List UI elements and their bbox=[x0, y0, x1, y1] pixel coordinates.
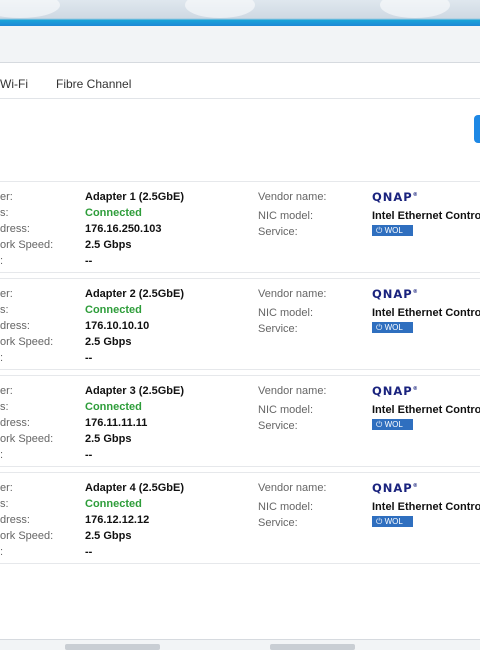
extra-label: : bbox=[0, 255, 4, 267]
tab-bar: Wi-Fi Fibre Channel bbox=[0, 63, 480, 99]
vendor-logo: QNAP® bbox=[372, 190, 418, 204]
adapter-name: Adapter 4 (2.5GbE) bbox=[85, 482, 185, 494]
power-icon: ⏻ bbox=[376, 420, 385, 429]
vendor-logo: QNAP® bbox=[372, 384, 418, 398]
ip-value: 176.12.12.12 bbox=[85, 514, 150, 526]
extra-label: : bbox=[0, 449, 4, 461]
obscured-item bbox=[270, 644, 355, 650]
status-value: Connected bbox=[85, 207, 142, 219]
status-label: s: bbox=[0, 304, 9, 316]
wol-badge[interactable]: ⏻ WOL bbox=[372, 419, 413, 430]
service-label: Service: bbox=[258, 420, 298, 432]
window-gutter bbox=[0, 26, 480, 62]
vendor-label: Vendor name: bbox=[258, 482, 327, 494]
status-label: s: bbox=[0, 498, 9, 510]
adapter-card: er: s: dress: ork Speed: : Adapter 2 (2.… bbox=[0, 278, 480, 370]
speed-value: 2.5 Gbps bbox=[85, 530, 132, 542]
nic-label: NIC model: bbox=[258, 210, 314, 222]
power-icon: ⏻ bbox=[376, 323, 385, 332]
header-decoration bbox=[185, 0, 255, 18]
extra-value: -- bbox=[85, 546, 93, 558]
ip-label: dress: bbox=[0, 320, 30, 332]
tab-wifi[interactable]: Wi-Fi bbox=[0, 77, 28, 91]
ip-value: 176.10.10.10 bbox=[85, 320, 150, 332]
speed-label: ork Speed: bbox=[0, 336, 54, 348]
vendor-label: Vendor name: bbox=[258, 385, 327, 397]
status-label: s: bbox=[0, 401, 9, 413]
adapter-card: er: s: dress: ork Speed: : Adapter 4 (2.… bbox=[0, 472, 480, 564]
nic-model-value: Intel Ethernet Control bbox=[372, 501, 480, 513]
speed-value: 2.5 Gbps bbox=[85, 336, 132, 348]
header-decoration bbox=[380, 0, 450, 18]
adapter-name: Adapter 3 (2.5GbE) bbox=[85, 385, 185, 397]
nic-model-value: Intel Ethernet Control bbox=[372, 404, 480, 416]
ip-label: dress: bbox=[0, 514, 30, 526]
bottom-strip bbox=[0, 640, 480, 650]
adapter-label: er: bbox=[0, 191, 13, 203]
nic-label: NIC model: bbox=[258, 404, 314, 416]
vendor-logo: QNAP® bbox=[372, 481, 418, 495]
wol-badge[interactable]: ⏻ WOL bbox=[372, 516, 413, 527]
adapter-label: er: bbox=[0, 482, 13, 494]
extra-value: -- bbox=[85, 449, 93, 461]
status-label: s: bbox=[0, 207, 9, 219]
nic-label: NIC model: bbox=[258, 307, 314, 319]
obscured-item bbox=[65, 644, 160, 650]
speed-value: 2.5 Gbps bbox=[85, 433, 132, 445]
status-value: Connected bbox=[85, 401, 142, 413]
adapter-card: er: s: dress: ork Speed: : Adapter 3 (2.… bbox=[0, 375, 480, 467]
adapter-name: Adapter 2 (2.5GbE) bbox=[85, 288, 185, 300]
action-button-edge[interactable] bbox=[474, 115, 480, 143]
vendor-label: Vendor name: bbox=[258, 288, 327, 300]
nic-model-value: Intel Ethernet Control bbox=[372, 307, 480, 319]
adapter-label: er: bbox=[0, 385, 13, 397]
vendor-label: Vendor name: bbox=[258, 191, 327, 203]
speed-label: ork Speed: bbox=[0, 433, 54, 445]
ip-value: 176.11.11.11 bbox=[85, 417, 148, 429]
adapter-label: er: bbox=[0, 288, 13, 300]
extra-label: : bbox=[0, 352, 4, 364]
power-icon: ⏻ bbox=[376, 226, 385, 235]
ip-value: 176.16.250.103 bbox=[85, 223, 162, 235]
ip-label: dress: bbox=[0, 417, 30, 429]
power-icon: ⏻ bbox=[376, 517, 385, 526]
status-value: Connected bbox=[85, 304, 142, 316]
extra-label: : bbox=[0, 546, 4, 558]
service-label: Service: bbox=[258, 517, 298, 529]
speed-label: ork Speed: bbox=[0, 530, 54, 542]
nic-model-value: Intel Ethernet Control bbox=[372, 210, 480, 222]
nic-label: NIC model: bbox=[258, 501, 314, 513]
extra-value: -- bbox=[85, 255, 93, 267]
service-label: Service: bbox=[258, 226, 298, 238]
window-header-band bbox=[0, 0, 480, 26]
wol-badge[interactable]: ⏻ WOL bbox=[372, 225, 413, 236]
adapter-card: er: s: dress: ork Speed: : Adapter 1 (2.… bbox=[0, 181, 480, 273]
adapter-name: Adapter 1 (2.5GbE) bbox=[85, 191, 185, 203]
status-value: Connected bbox=[85, 498, 142, 510]
header-decoration bbox=[0, 0, 60, 18]
ip-label: dress: bbox=[0, 223, 30, 235]
tab-fibre-channel[interactable]: Fibre Channel bbox=[56, 77, 131, 91]
vendor-logo: QNAP® bbox=[372, 287, 418, 301]
extra-value: -- bbox=[85, 352, 93, 364]
network-adapters-panel: Wi-Fi Fibre Channel er: s: dress: ork Sp… bbox=[0, 62, 480, 640]
service-label: Service: bbox=[258, 323, 298, 335]
speed-label: ork Speed: bbox=[0, 239, 54, 251]
wol-badge[interactable]: ⏻ WOL bbox=[372, 322, 413, 333]
speed-value: 2.5 Gbps bbox=[85, 239, 132, 251]
